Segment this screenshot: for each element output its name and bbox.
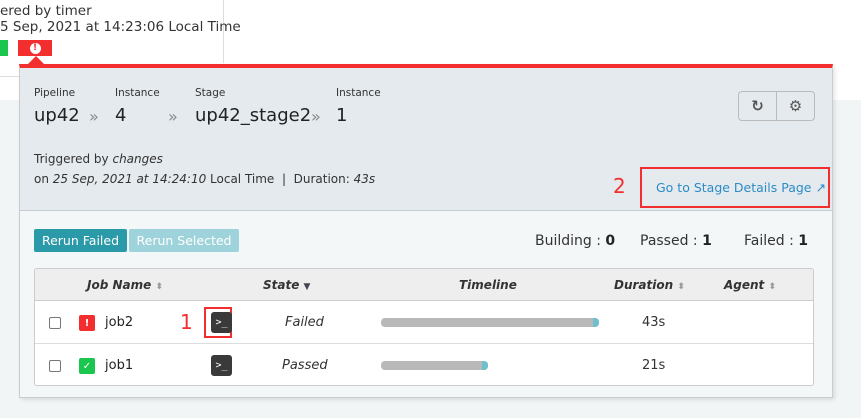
refresh-icon: ↻: [751, 97, 764, 115]
header-label: Agent: [724, 278, 765, 292]
on-prefix: on: [34, 172, 53, 186]
rerun-failed-button[interactable]: Rerun Failed: [34, 229, 127, 252]
job-checkbox[interactable]: [49, 360, 61, 372]
check-icon: ✓: [79, 358, 95, 374]
building-label: Building :: [535, 233, 606, 249]
column-timeline: Timeline: [459, 278, 517, 292]
stage-overview-popup: Pipeline up42 » Instance 4 » Stage up42_…: [19, 64, 833, 398]
local-time-label: Local Time | Duration:: [206, 172, 354, 186]
job-name[interactable]: job2: [105, 315, 133, 330]
failed-stage-badge[interactable]: !: [18, 40, 52, 56]
passed-label: Passed :: [640, 233, 703, 249]
header-label: Job Name: [87, 278, 152, 292]
stage-duration: 43s: [353, 172, 376, 186]
stage-details-link[interactable]: Go to Stage Details Page ↗: [656, 180, 826, 195]
previous-trigger-text: ered by timer: [0, 3, 92, 19]
popup-pointer: [28, 56, 44, 64]
trigger-time: on 25 Sep, 2021 at 14:24:10 Local Time |…: [34, 172, 375, 186]
sort-icon: ⬍: [677, 282, 685, 292]
previous-trigger-time: 5 Sep, 2021 at 14:23:06 Local Time: [0, 19, 241, 35]
job-duration: 43s: [642, 315, 666, 330]
job-state: Failed: [285, 315, 324, 330]
stage-name: up42_stage2: [195, 105, 312, 126]
stage-label: Stage: [195, 87, 226, 99]
timeline-bar: [381, 361, 488, 370]
terminal-icon[interactable]: >_: [211, 355, 232, 376]
job-duration: 21s: [642, 358, 666, 373]
building-value: 0: [605, 233, 616, 249]
column-job-name[interactable]: Job Name ⬍: [87, 278, 163, 292]
rerun-selected-button[interactable]: Rerun Selected: [129, 229, 239, 252]
passed-value: 1: [702, 233, 712, 249]
job-state: Passed: [282, 358, 328, 373]
table-header: Job Name ⬍ State ▼ Timeline Duration ⬍ A…: [35, 269, 813, 301]
timeline-end-marker: [593, 318, 599, 327]
gear-icon: ⚙: [788, 97, 803, 115]
annotation-1: 1: [180, 310, 193, 334]
table-row: ✓ job1 >_ Passed 21s: [35, 344, 813, 385]
stage-instance: 1: [336, 105, 348, 126]
sort-icon: ⬍: [155, 282, 163, 292]
settings-button[interactable]: ⚙: [776, 92, 814, 120]
refresh-button[interactable]: ↻: [739, 92, 776, 120]
chevron-double-right-icon: »: [168, 107, 178, 126]
chevron-double-right-icon: »: [311, 107, 321, 126]
failed-count: Failed : 1: [744, 233, 808, 249]
passed-stage-badge[interactable]: [0, 40, 8, 56]
divider: [0, 76, 20, 77]
annotation-2: 2: [613, 174, 626, 198]
trigger-datetime: 25 Sep, 2021 at 14:24:10: [52, 172, 207, 186]
trigger-source: changes: [112, 152, 163, 166]
column-duration[interactable]: Duration ⬍: [614, 278, 685, 292]
pipeline-label: Pipeline: [34, 87, 76, 99]
header-actions: ↻ ⚙: [738, 91, 815, 121]
failed-label: Failed :: [744, 233, 799, 249]
link-text: Go to Stage Details Page: [656, 180, 812, 195]
failed-status-icon: !: [79, 315, 95, 331]
terminal-icon[interactable]: >_: [211, 312, 232, 333]
header-label: State: [263, 278, 300, 292]
passed-count: Passed : 1: [640, 233, 712, 249]
pipeline-name: up42: [34, 105, 80, 126]
header-label: Duration: [614, 278, 674, 292]
job-checkbox[interactable]: [49, 317, 61, 329]
triggered-by: Triggered by changes: [34, 152, 163, 166]
jobs-table: Job Name ⬍ State ▼ Timeline Duration ⬍ A…: [34, 268, 814, 386]
exclamation-icon: !: [29, 42, 41, 54]
external-link-icon: ↗: [815, 180, 826, 195]
building-count: Building : 0: [535, 233, 615, 249]
column-agent[interactable]: Agent ⬍: [724, 278, 776, 292]
instance-label: Instance: [115, 87, 160, 99]
timeline-end-marker: [482, 361, 488, 370]
failed-value: 1: [798, 233, 808, 249]
triggered-prefix: Triggered by: [34, 152, 113, 166]
chevron-double-right-icon: »: [89, 107, 99, 126]
stage-instance-label: Instance: [336, 87, 381, 99]
sort-down-icon: ▼: [303, 282, 311, 292]
column-state[interactable]: State ▼: [263, 278, 310, 292]
timeline-bar: [381, 318, 599, 327]
sort-icon: ⬍: [768, 282, 777, 292]
job-name[interactable]: job1: [105, 358, 133, 373]
table-row: ! job2 1 >_ Failed 43s: [35, 301, 813, 344]
pipeline-instance: 4: [115, 105, 127, 126]
stage-header: Pipeline up42 » Instance 4 » Stage up42_…: [20, 68, 832, 211]
